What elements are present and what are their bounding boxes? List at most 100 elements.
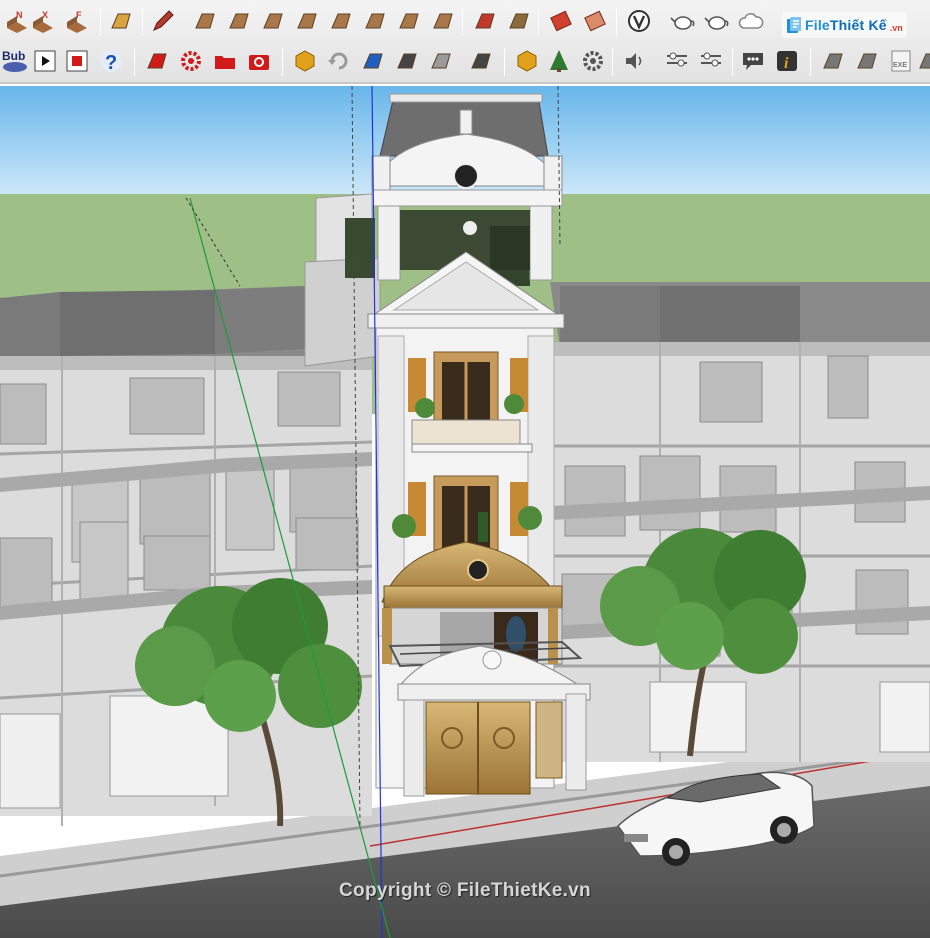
toggle-terrain-button[interactable]	[504, 4, 534, 38]
interactive-render-icon	[704, 16, 729, 30]
vr-headset-icon	[471, 53, 491, 69]
add-location-f-icon: F	[67, 10, 87, 33]
sliders-eye-icon	[701, 52, 721, 67]
infinite-light-button[interactable]	[142, 44, 172, 78]
right-townhouses	[550, 282, 930, 762]
stamp-icon	[297, 13, 317, 29]
speaker-button[interactable]	[620, 44, 650, 78]
stop-button[interactable]	[62, 44, 92, 78]
toolbar-separator	[504, 48, 505, 76]
render-region-button[interactable]	[358, 44, 388, 78]
info-icon: i	[777, 51, 797, 72]
logo-domain: .vn	[889, 23, 903, 33]
sandbox-from-contours-button[interactable]	[190, 4, 220, 38]
frame-buffer-icon	[431, 53, 451, 69]
stop-icon	[66, 50, 88, 72]
sliders-eye-button[interactable]	[696, 44, 726, 78]
svg-text:EXE: EXE	[893, 62, 907, 69]
add-location-f-button[interactable]: F	[62, 4, 92, 38]
speaker-icon	[626, 53, 642, 69]
refresh-button[interactable]	[324, 44, 354, 78]
svg-text:F: F	[76, 10, 82, 20]
grid-gear-button[interactable]	[578, 44, 608, 78]
bub-logo-button[interactable]: Bub	[0, 44, 30, 78]
logo-mark-icon	[787, 17, 801, 33]
add-location-button[interactable]	[470, 4, 500, 38]
svg-text:N: N	[16, 10, 23, 20]
vray-light-button[interactable]	[512, 44, 542, 78]
info-button[interactable]: i	[772, 44, 802, 78]
sandbox-from-scratch-icon	[229, 13, 249, 29]
video-camera-icon	[397, 53, 417, 69]
terrain-icon	[433, 13, 453, 29]
toolbar-separator	[100, 8, 101, 36]
svg-text:X: X	[42, 10, 48, 20]
import-star-button[interactable]	[852, 44, 882, 78]
svg-text:Bub: Bub	[2, 49, 25, 63]
camera-button[interactable]	[244, 44, 274, 78]
toolbar-separator	[612, 48, 613, 76]
drape-button[interactable]	[326, 4, 356, 38]
open-folder-button[interactable]	[210, 44, 240, 78]
video-camera-button[interactable]	[392, 44, 422, 78]
flip-edge-icon	[399, 13, 419, 29]
infinite-light-icon	[147, 53, 167, 69]
vray-asset-editor-button[interactable]	[290, 44, 320, 78]
tree-proxy-button[interactable]	[544, 44, 574, 78]
sliders-button[interactable]	[662, 44, 692, 78]
import-star-icon	[857, 53, 877, 69]
vray-asset-editor-icon	[295, 50, 315, 72]
settings-gear-button[interactable]	[176, 44, 206, 78]
model-viewport[interactable]	[0, 86, 930, 938]
left-townhouses	[0, 286, 373, 826]
vray-button[interactable]	[624, 4, 654, 38]
stamp-button[interactable]	[292, 4, 322, 38]
terrain-button[interactable]	[428, 4, 458, 38]
add-detail-icon	[365, 13, 385, 29]
file-button[interactable]	[914, 44, 930, 78]
render-region-icon	[363, 53, 383, 69]
exe-file-button[interactable]: EXE	[886, 44, 916, 78]
settings-gear-icon	[181, 51, 201, 71]
frame-buffer-button[interactable]	[426, 44, 456, 78]
flip-edge-button[interactable]	[394, 4, 424, 38]
teapot-render-button[interactable]	[668, 4, 698, 38]
toolbar-separator	[810, 48, 811, 76]
eraser-button[interactable]	[580, 4, 610, 38]
add-detail-button[interactable]	[360, 4, 390, 38]
toggle-terrain-icon	[509, 13, 529, 29]
interactive-render-button[interactable]	[702, 4, 732, 38]
logo-text: FileThiết Kế	[805, 17, 887, 33]
curve-tool-icon	[111, 13, 131, 29]
add-location-icon	[475, 13, 495, 29]
toolbar-separator	[462, 8, 463, 36]
toolbar-separator	[732, 48, 733, 76]
cloud-render-button[interactable]	[736, 4, 766, 38]
help-icon: ?	[100, 50, 122, 74]
copyright-watermark: Copyright © FileThietKe.vn	[339, 880, 591, 901]
play-button[interactable]	[30, 44, 60, 78]
refresh-icon	[328, 52, 348, 70]
toolbar-separator	[134, 48, 135, 76]
pencil-tool-button[interactable]	[148, 4, 178, 38]
sandbox-from-contours-icon	[195, 13, 215, 29]
add-location-n-icon: N	[7, 10, 27, 33]
export-icon	[823, 53, 843, 69]
scene-render	[0, 86, 930, 938]
grid-gear-icon	[583, 51, 603, 71]
photo-texture-button[interactable]	[546, 4, 576, 38]
pencil-tool-icon	[153, 10, 174, 31]
help-button[interactable]: ?	[96, 44, 126, 78]
speech-bubble-button[interactable]	[738, 44, 768, 78]
vr-headset-button[interactable]	[466, 44, 496, 78]
bub-logo-icon: Bub	[2, 49, 27, 72]
camera-icon	[249, 55, 269, 70]
smoove-button[interactable]	[258, 4, 288, 38]
sandbox-from-scratch-button[interactable]	[224, 4, 254, 38]
add-location-x-button[interactable]: X	[28, 4, 58, 38]
open-folder-icon	[215, 56, 235, 69]
export-button[interactable]	[818, 44, 848, 78]
toolbar-separator	[538, 8, 539, 36]
toolbar-separator	[616, 8, 617, 36]
curve-tool-button[interactable]	[106, 4, 136, 38]
